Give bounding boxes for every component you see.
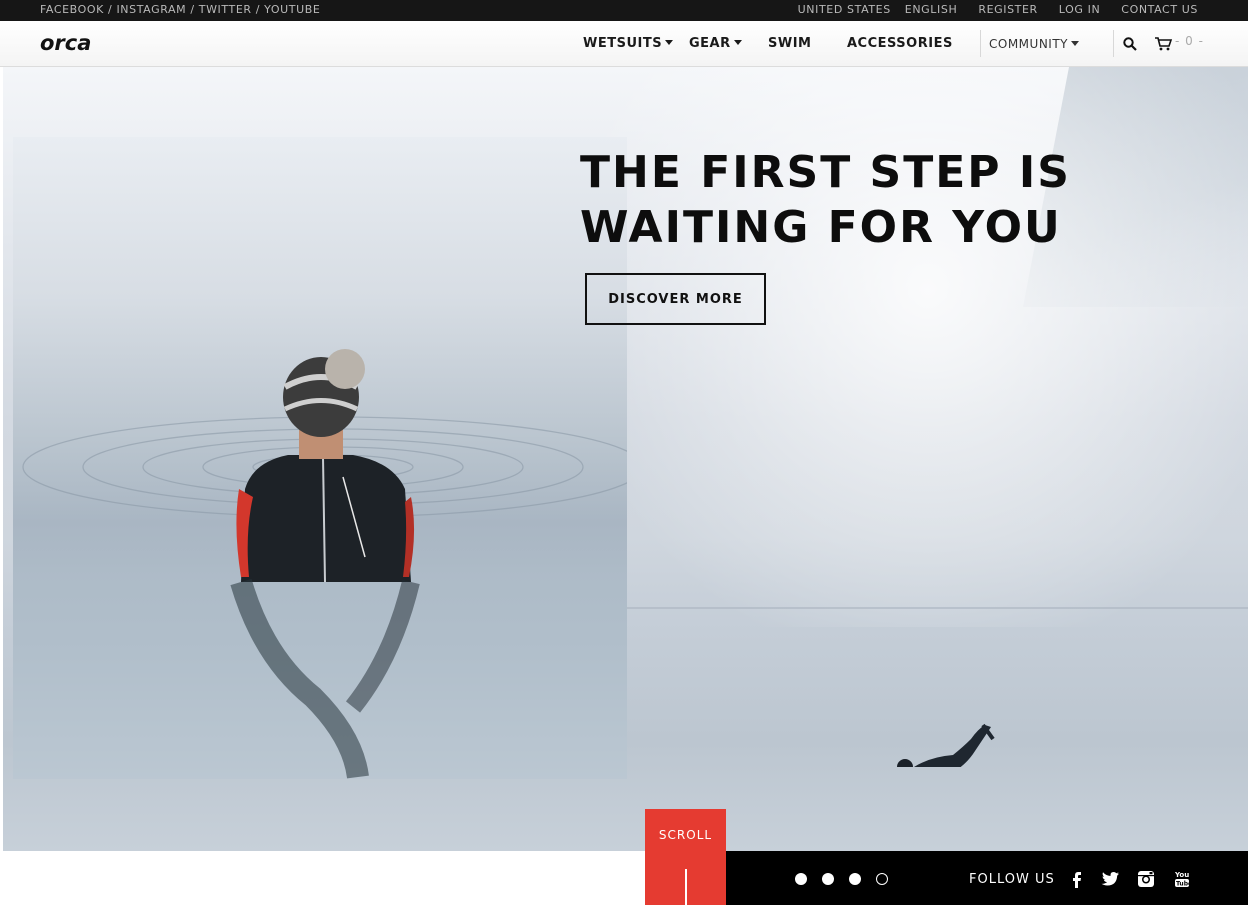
instagram-icon[interactable] (1136, 869, 1156, 889)
search-icon[interactable] (1123, 37, 1137, 51)
facebook-icon[interactable] (1067, 869, 1087, 889)
follow-us-label: FOLLOW US (969, 872, 1055, 887)
scroll-line (685, 869, 687, 905)
slide-dot-3[interactable] (849, 873, 861, 885)
nav-divider (980, 30, 981, 57)
cart-icon[interactable] (1155, 37, 1173, 51)
swimmer-wetsuit-image (13, 349, 627, 779)
login-link[interactable]: LOG IN (1059, 3, 1101, 16)
nav-gear-label: GEAR (689, 36, 731, 51)
contact-link[interactable]: CONTACT US (1121, 3, 1198, 16)
nav-accessories[interactable]: ACCESSORIES (847, 36, 953, 51)
country-selector[interactable]: UNITED STATES (798, 3, 891, 16)
main-nav: orca WETSUITS GEAR SWIM ACCESSORIES COMM… (0, 21, 1248, 67)
svg-text:orca: orca (40, 33, 91, 55)
svg-text:Tube: Tube (1176, 881, 1192, 888)
hero-headline-line1: THE FIRST STEP IS (580, 147, 1071, 198)
orca-logo[interactable]: orca (40, 33, 130, 55)
nav-swim[interactable]: SWIM (768, 36, 811, 51)
slide-dot-4[interactable] (876, 873, 888, 885)
register-link[interactable]: REGISTER (978, 3, 1037, 16)
nav-gear[interactable]: GEAR (689, 36, 742, 51)
follow-bar: FOLLOW US You Tube (726, 851, 1248, 905)
nav-divider (1113, 30, 1114, 57)
top-bar: FACEBOOK / INSTAGRAM / TWITTER / YOUTUBE… (0, 0, 1248, 21)
nav-wetsuits[interactable]: WETSUITS (583, 36, 674, 51)
svg-text:You: You (1174, 871, 1189, 879)
cart-count: - 0 - (1175, 34, 1204, 48)
top-links: UNITED STATES ENGLISH REGISTER LOG IN CO… (784, 3, 1198, 16)
chevron-down-icon (733, 40, 742, 45)
nav-community-label: COMMUNITY (989, 37, 1068, 51)
hero-horizon (603, 607, 1248, 609)
nav-community[interactable]: COMMUNITY (989, 37, 1079, 51)
youtube-icon[interactable]: You Tube (1172, 869, 1192, 889)
nav-wetsuits-label: WETSUITS (583, 36, 663, 51)
slide-dot-1[interactable] (795, 873, 807, 885)
hero-headline: THE FIRST STEP IS WAITING FOR YOU (580, 145, 1071, 255)
twitter-icon[interactable] (1100, 869, 1120, 889)
hero-banner: THE FIRST STEP IS WAITING FOR YOU DISCOV… (3, 67, 1248, 851)
scroll-label: SCROLL (658, 828, 713, 842)
chevron-down-icon (665, 40, 674, 45)
language-selector[interactable]: ENGLISH (905, 3, 958, 16)
hero-photo (13, 137, 627, 779)
slide-dot-2[interactable] (822, 873, 834, 885)
social-links[interactable]: FACEBOOK / INSTAGRAM / TWITTER / YOUTUBE (40, 3, 320, 16)
discover-more-button[interactable]: DISCOVER MORE (585, 273, 766, 325)
scroll-indicator[interactable]: SCROLL (645, 809, 726, 905)
hero-headline-line2: WAITING FOR YOU (580, 202, 1062, 253)
swimmer-image (897, 723, 995, 767)
chevron-down-icon (1071, 41, 1079, 46)
